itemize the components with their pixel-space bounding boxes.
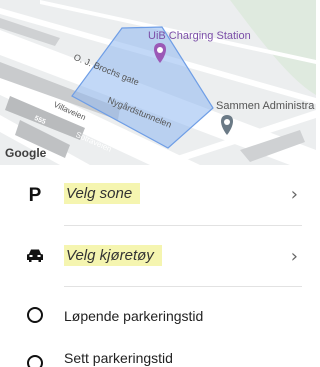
select-vehicle-text: Velg kjøretøy <box>64 245 162 266</box>
chevron-right-icon: › <box>290 246 298 267</box>
select-zone-row[interactable]: P Velg sone › <box>0 165 316 225</box>
radio-unchecked-icon[interactable] <box>24 355 46 367</box>
poi-label-admin[interactable]: Sammen Administra <box>216 100 314 112</box>
map-view[interactable]: UiB Charging Station Sammen Administra O… <box>0 0 316 165</box>
select-zone-label: Velg sone <box>64 183 141 204</box>
option-set-time[interactable]: Sett parkeringstid <box>0 341 316 367</box>
select-vehicle-row[interactable]: Velg kjøretøy › <box>0 226 316 286</box>
google-attribution: Google <box>5 146 47 160</box>
car-icon <box>24 248 46 269</box>
parking-icon: P <box>28 185 42 206</box>
poi-label-charging[interactable]: UiB Charging Station <box>148 30 251 42</box>
select-vehicle-label: Velg kjøretøy <box>64 245 162 266</box>
radio-unchecked-icon[interactable] <box>24 307 46 328</box>
select-zone-text: Velg sone <box>64 183 141 204</box>
option-ongoing-label: Løpende parkeringstid <box>64 308 204 324</box>
chevron-right-icon: › <box>290 184 298 205</box>
option-set-time-label: Sett parkeringstid <box>64 350 173 366</box>
option-ongoing-time[interactable]: Løpende parkeringstid <box>0 296 316 336</box>
divider <box>64 286 302 287</box>
